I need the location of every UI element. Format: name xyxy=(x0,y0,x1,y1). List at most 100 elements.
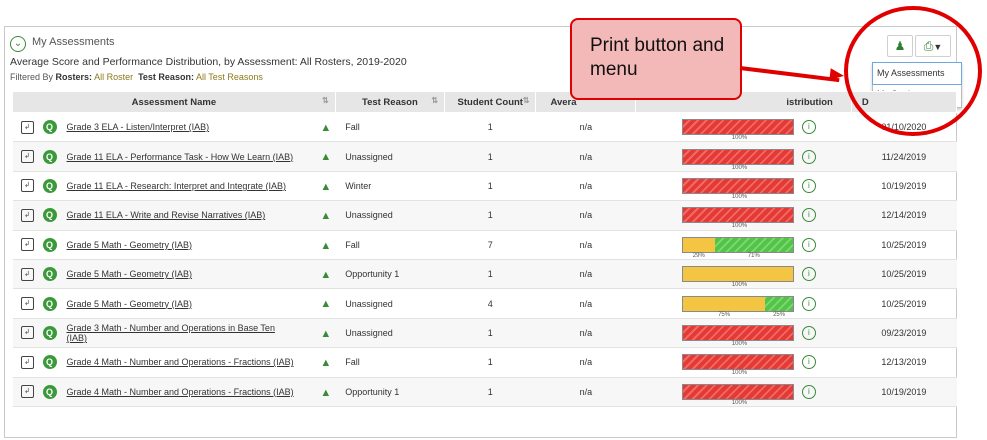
student-count-cell: 1 xyxy=(444,141,536,172)
col-test-reason-label: Test Reason xyxy=(361,96,418,108)
document-icon[interactable]: ↲ xyxy=(20,267,34,281)
sort-arrows-icon[interactable]: ▲︎ xyxy=(320,298,331,310)
document-icon[interactable]: ↲ xyxy=(20,238,34,252)
student-count-cell: 1 xyxy=(444,318,536,349)
magnifier-icon[interactable]: Q xyxy=(42,120,57,135)
assessment-link[interactable]: Grade 3 Math - Number and Operations in … xyxy=(67,323,297,343)
distribution-cell: 100% i xyxy=(635,377,852,407)
sort-arrows-icon[interactable]: ▲︎ xyxy=(320,328,331,340)
test-reason-cell: Fall xyxy=(335,112,445,143)
segment-percent: 100% xyxy=(731,193,748,200)
col-distribution-label: istribution xyxy=(786,96,833,108)
date-cell: 10/25/2019 xyxy=(851,259,957,290)
table-row: ↲ Q Grade 11 ELA - Performance Task - How … xyxy=(12,141,957,172)
table-row: ↲ Q Grade 5 Math - Geometry (IAB) ▲︎ Fall 7 n/… xyxy=(12,230,957,260)
bar-segment-red xyxy=(682,178,793,193)
assessment-link[interactable]: Grade 4 Math - Number and Operations - F… xyxy=(67,387,294,397)
assessment-link[interactable]: Grade 5 Math - Geometry (IAB) xyxy=(67,269,193,279)
date-cell: 09/23/2019 xyxy=(851,318,957,349)
assessment-link[interactable]: Grade 4 Math - Number and Operations - F… xyxy=(67,357,294,367)
info-icon[interactable]: i xyxy=(801,325,816,340)
assessment-link[interactable]: Grade 11 ELA - Performance Task - How We… xyxy=(67,152,294,162)
magnifier-icon[interactable]: Q xyxy=(42,355,57,370)
annotation-callout: Print button and menu xyxy=(570,18,742,100)
performance-bar: 75% 25% xyxy=(681,295,794,318)
sort-arrows-icon[interactable]: ▲︎ xyxy=(320,269,331,281)
collapse-chevron-icon[interactable]: ⌄ xyxy=(10,36,26,52)
assessments-table: Assessment Name ⇅ Test Reason ⇅ Student Co… xyxy=(12,91,958,407)
magnifier-icon[interactable]: Q xyxy=(42,149,57,164)
performance-bar: 100% xyxy=(681,148,794,171)
average-score-cell: n/a xyxy=(535,347,636,378)
average-score-cell: n/a xyxy=(535,230,636,260)
bar-segment-red xyxy=(682,208,793,223)
student-count-cell: 1 xyxy=(444,112,536,143)
distribution-cell: 75% 25% i xyxy=(635,288,852,319)
document-icon[interactable]: ↲ xyxy=(20,385,34,399)
document-icon[interactable]: ↲ xyxy=(20,355,34,369)
sort-arrows-icon[interactable]: ▲︎ xyxy=(320,122,331,134)
document-icon[interactable]: ↲ xyxy=(20,297,34,311)
sort-arrows-icon[interactable]: ▲︎ xyxy=(320,181,331,193)
bar-segment-yellow xyxy=(682,267,793,282)
info-icon[interactable]: i xyxy=(801,149,816,164)
bar-segment-yellow xyxy=(682,237,715,252)
assessment-name-cell: ↲ Q Grade 3 ELA - Listen/Interpret (IAB) ▲︎ xyxy=(12,112,336,143)
student-count-cell: 1 xyxy=(444,171,536,202)
magnifier-icon[interactable]: Q xyxy=(42,267,57,282)
info-icon[interactable]: i xyxy=(801,355,816,370)
assessment-link[interactable]: Grade 11 ELA - Write and Revise Narrativ… xyxy=(67,210,266,220)
annotation-arrowhead xyxy=(829,68,845,82)
distribution-cell: 29% 71% i xyxy=(635,230,852,260)
filter-prefix: Filtered By xyxy=(10,72,54,82)
info-icon[interactable]: i xyxy=(801,208,816,223)
info-icon[interactable]: i xyxy=(801,384,816,399)
performance-bar: 100% xyxy=(681,266,794,288)
test-reason-cell: Winter xyxy=(335,171,445,202)
performance-bar: 100% xyxy=(681,177,794,200)
info-icon[interactable]: i xyxy=(801,267,816,282)
assessment-link[interactable]: Grade 5 Math - Geometry (IAB) xyxy=(67,299,193,309)
sort-arrows-icon[interactable]: ▲︎ xyxy=(320,240,331,252)
test-reason-cell: Opportunity 1 xyxy=(335,259,445,290)
segment-percent: 29% xyxy=(692,252,705,259)
magnifier-icon[interactable]: Q xyxy=(42,178,57,193)
assessment-link[interactable]: Grade 3 ELA - Listen/Interpret (IAB) xyxy=(67,122,210,132)
info-icon[interactable]: i xyxy=(801,120,816,135)
assessment-link[interactable]: Grade 11 ELA - Research: Interpret and I… xyxy=(67,181,286,191)
performance-bar: 100% xyxy=(681,207,794,229)
magnifier-icon[interactable]: Q xyxy=(42,384,57,399)
filter-summary: Filtered By Rosters: All Roster Test Rea… xyxy=(10,72,263,82)
document-icon[interactable]: ↲ xyxy=(20,208,34,222)
assessment-name-cell: ↲ Q Grade 5 Math - Geometry (IAB) ▲︎ xyxy=(12,288,336,319)
sort-arrows-icon[interactable]: ▲︎ xyxy=(320,151,331,163)
sort-arrows-icon[interactable]: ▲︎ xyxy=(320,387,331,399)
assessment-name-cell: ↲ Q Grade 3 Math - Number and Operations i… xyxy=(12,318,336,349)
test-reason-cell: Unassigned xyxy=(335,141,445,172)
date-cell: 10/19/2019 xyxy=(851,377,957,407)
magnifier-icon[interactable]: Q xyxy=(42,296,57,311)
magnifier-icon[interactable]: Q xyxy=(42,208,57,223)
table-row: ↲ Q Grade 11 ELA - Write and Revise Narrat… xyxy=(12,200,957,231)
document-icon[interactable]: ↲ xyxy=(20,179,34,193)
document-icon[interactable]: ↲ xyxy=(20,326,34,340)
table-row: ↲ Q Grade 11 ELA - Research: Interpret and… xyxy=(12,171,957,202)
average-score-cell: n/a xyxy=(535,318,636,349)
assessment-link[interactable]: Grade 5 Math - Geometry (IAB) xyxy=(67,240,193,250)
info-icon[interactable]: i xyxy=(801,178,816,193)
average-score-cell: n/a xyxy=(535,288,636,319)
assessment-name-cell: ↲ Q Grade 4 Math - Number and Operations -… xyxy=(12,347,336,378)
document-icon[interactable]: ↲ xyxy=(20,120,34,134)
magnifier-icon[interactable]: Q xyxy=(42,237,57,252)
info-icon[interactable]: i xyxy=(801,237,816,252)
student-count-cell: 1 xyxy=(444,377,536,407)
col-test-reason[interactable]: Test Reason ⇅ xyxy=(334,91,446,113)
sort-arrows-icon[interactable]: ▲︎ xyxy=(320,357,331,369)
magnifier-icon[interactable]: Q xyxy=(42,325,57,340)
col-student-count[interactable]: Student Count ⇅ xyxy=(444,91,537,113)
sort-arrows-icon[interactable]: ▲︎ xyxy=(320,210,331,222)
info-icon[interactable]: i xyxy=(801,296,816,311)
table-row: ↲ Q Grade 4 Math - Number and Operations -… xyxy=(12,377,957,407)
document-icon[interactable]: ↲ xyxy=(20,150,34,164)
col-assessment-name[interactable]: Assessment Name ⇅ xyxy=(12,91,336,113)
